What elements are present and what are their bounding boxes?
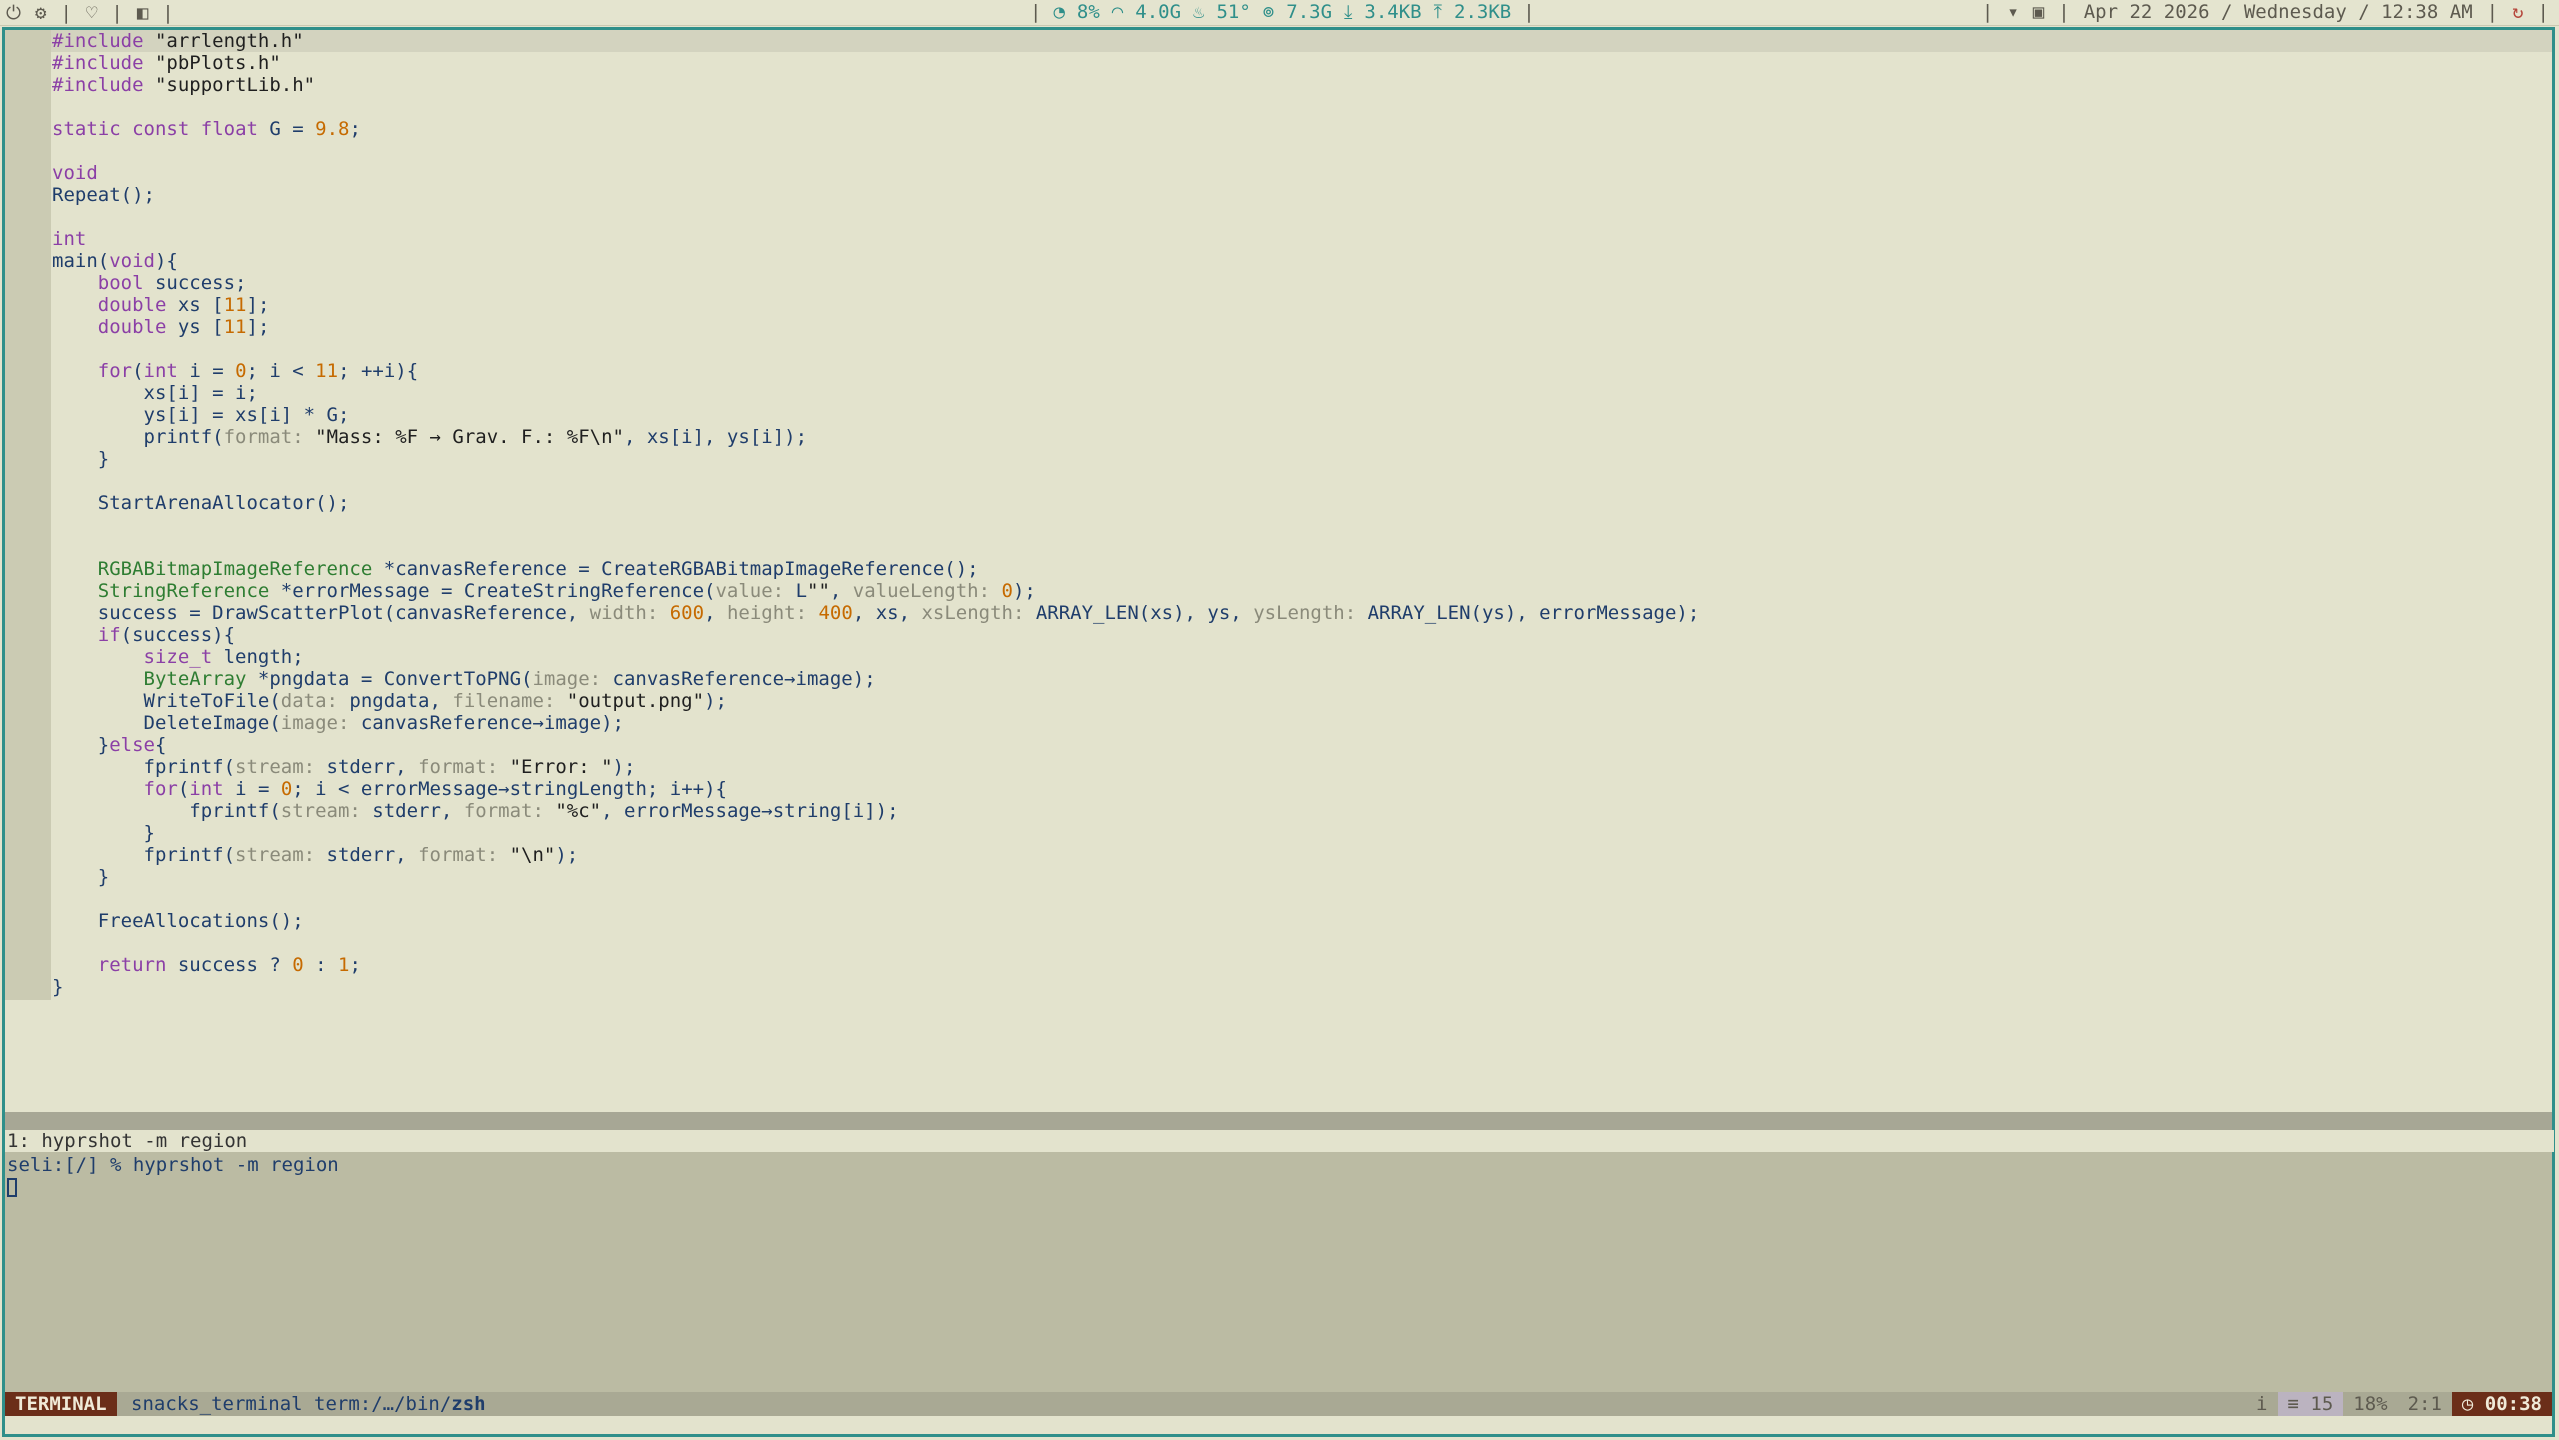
- split-border[interactable]: [5, 1112, 2552, 1130]
- cpu-icon: ◔: [1053, 1, 1065, 23]
- temperature-icon: ♨: [1193, 1, 1205, 23]
- scroll-percent: 18%: [2353, 1393, 2388, 1415]
- code-line[interactable]: DeleteImage(image: canvasReference→image…: [52, 712, 1699, 734]
- temperature: 51°: [1216, 1, 1251, 23]
- cpu-usage: 8%: [1076, 1, 1100, 23]
- code-line[interactable]: return success ? 0 : 1;: [52, 954, 1699, 976]
- code-line[interactable]: printf(format: "Mass: %F → Grav. F.: %F\…: [52, 426, 1699, 448]
- code-line[interactable]: [52, 514, 1699, 536]
- buffer-name: snacks_terminal term:/…/bin/zsh: [131, 1392, 486, 1416]
- code-line[interactable]: }: [52, 448, 1699, 470]
- mode-indicator: TERMINAL: [5, 1392, 117, 1416]
- code-line[interactable]: #include "pbPlots.h": [52, 52, 1699, 74]
- code-line[interactable]: double ys [11];: [52, 316, 1699, 338]
- buffer-shell: zsh: [451, 1393, 486, 1415]
- system-stats: | ◔ 8% ◠ 4.0G ♨ 51° ⊚ 7.3G ⤓ 3.4KB ⤒ 2.3KB |: [1030, 1, 1535, 23]
- code-line[interactable]: void: [52, 162, 1699, 184]
- code-buffer[interactable]: #include "arrlength.h" #include "pbPlots.…: [52, 30, 1699, 998]
- buffer-path: snacks_terminal term:/…/bin/: [131, 1393, 452, 1415]
- code-line[interactable]: fprintf(stream: stderr, format: "Error: …: [52, 756, 1699, 778]
- code-line[interactable]: [52, 96, 1699, 118]
- code-line[interactable]: [52, 932, 1699, 954]
- power-icon[interactable]: ⏻: [6, 2, 21, 24]
- clock: ◷ 00:38: [2451, 1392, 2552, 1416]
- code-line[interactable]: int: [52, 228, 1699, 250]
- code-line[interactable]: WriteToFile(data: pngdata, filename: "ou…: [52, 690, 1699, 712]
- separator: |: [60, 2, 72, 24]
- code-line[interactable]: double xs [11];: [52, 294, 1699, 316]
- code-line[interactable]: FreeAllocations();: [52, 910, 1699, 932]
- code-line[interactable]: for(int i = 0; i < 11; ++i){: [52, 360, 1699, 382]
- separator: |: [1523, 1, 1535, 23]
- topbar-left: ⏻ ⚙ | ♡ | ◧ |: [6, 2, 174, 24]
- shield-icon[interactable]: ♡: [86, 2, 97, 24]
- separator: |: [111, 2, 123, 24]
- line-gutter: [5, 30, 51, 1000]
- code-line[interactable]: bool success;: [52, 272, 1699, 294]
- code-line[interactable]: [52, 536, 1699, 558]
- code-line[interactable]: fprintf(stream: stderr, format: "\n");: [52, 844, 1699, 866]
- upload-rate: 2.3KB: [1454, 1, 1512, 23]
- code-line[interactable]: main(void){: [52, 250, 1699, 272]
- separator: |: [2486, 1, 2499, 23]
- topbar-right: | ▾ ▣ | Apr 22 2026 / Wednesday / 12:38 …: [1982, 1, 2549, 23]
- code-line[interactable]: #include "arrlength.h": [52, 30, 1699, 52]
- code-line[interactable]: fprintf(stream: stderr, format: "%c", er…: [52, 800, 1699, 822]
- code-line[interactable]: [52, 206, 1699, 228]
- code-line[interactable]: [52, 140, 1699, 162]
- code-line[interactable]: xs[i] = i;: [52, 382, 1699, 404]
- code-line[interactable]: ys[i] = xs[i] * G;: [52, 404, 1699, 426]
- editor-pane[interactable]: #include "arrlength.h" #include "pbPlots.…: [5, 30, 2552, 1110]
- download-rate: 3.4KB: [1364, 1, 1422, 23]
- terminal-prompt: seli:[/] % hyprshot -m region: [7, 1154, 339, 1176]
- code-line[interactable]: success = DrawScatterPlot(canvasReferenc…: [52, 602, 1700, 624]
- clipboard-icon[interactable]: ▣: [2033, 1, 2044, 23]
- code-line[interactable]: [52, 888, 1699, 910]
- memory-usage: 4.0G: [1135, 1, 1182, 23]
- code-line[interactable]: }: [52, 976, 1699, 998]
- code-line[interactable]: }: [52, 822, 1699, 844]
- chevron-down-icon[interactable]: ▾: [2007, 1, 2018, 23]
- code-line[interactable]: #include "supportLib.h": [52, 74, 1699, 96]
- disk-icon: ⊚: [1262, 1, 1275, 23]
- status-right: i ≡ 15 18% 2:1 ◷ 00:38: [2246, 1392, 2552, 1416]
- code-line[interactable]: size_t length;: [52, 646, 1699, 668]
- date-time[interactable]: Apr 22 2026 / Wednesday / 12:38 AM: [2084, 1, 2473, 23]
- separator: |: [1030, 1, 1042, 23]
- notification-icon[interactable]: ↻: [2512, 1, 2523, 23]
- command-line[interactable]: [5, 1416, 2552, 1434]
- nvim-window: #include "arrlength.h" #include "pbPlots.…: [2, 27, 2555, 1437]
- status-line: TERMINAL snacks_terminal term:/…/bin/zsh…: [5, 1392, 2552, 1416]
- separator: |: [2058, 1, 2070, 23]
- code-line[interactable]: }: [52, 866, 1699, 888]
- code-line[interactable]: if(success){: [52, 624, 1699, 646]
- top-bar: ⏻ ⚙ | ♡ | ◧ | | ◔ 8% ◠ 4.0G ♨ 51° ⊚ 7.3G ⤓ 3.…: [0, 0, 2559, 26]
- cursor-position: 2:1: [2407, 1393, 2442, 1415]
- terminal-title: 1: hyprshot -m region: [5, 1130, 2554, 1152]
- line-count: ≡ 15: [2277, 1392, 2344, 1416]
- separator: |: [2537, 1, 2549, 23]
- code-line[interactable]: [52, 338, 1699, 360]
- terminal-cursor: [7, 1178, 17, 1197]
- download-icon: ⤓: [1344, 1, 1353, 23]
- window-icon[interactable]: ◧: [137, 2, 148, 24]
- separator: |: [162, 2, 174, 24]
- memory-icon: ◠: [1111, 1, 1124, 23]
- separator: |: [1981, 1, 1994, 23]
- code-line[interactable]: RGBABitmapImageReference *canvasReferenc…: [52, 558, 1699, 580]
- settings-icon[interactable]: ⚙: [35, 2, 46, 24]
- code-line[interactable]: }else{: [52, 734, 1699, 756]
- code-line[interactable]: StartArenaAllocator();: [52, 492, 1699, 514]
- disk-usage: 7.3G: [1286, 1, 1333, 23]
- code-line[interactable]: for(int i = 0; i < errorMessage→stringLe…: [52, 778, 1699, 800]
- code-line[interactable]: ByteArray *pngdata = ConvertToPNG(image:…: [52, 668, 1699, 690]
- code-line[interactable]: Repeat();: [52, 184, 1699, 206]
- code-line[interactable]: StringReference *errorMessage = CreateSt…: [52, 580, 1699, 602]
- terminal-pane[interactable]: 1: hyprshot -m region seli:[/] % hyprsho…: [5, 1130, 2554, 1392]
- code-line[interactable]: [52, 470, 1699, 492]
- code-line[interactable]: static const float G = 9.8;: [52, 118, 1699, 140]
- insert-indicator: i: [2256, 1393, 2268, 1415]
- upload-icon: ⤒: [1433, 1, 1443, 23]
